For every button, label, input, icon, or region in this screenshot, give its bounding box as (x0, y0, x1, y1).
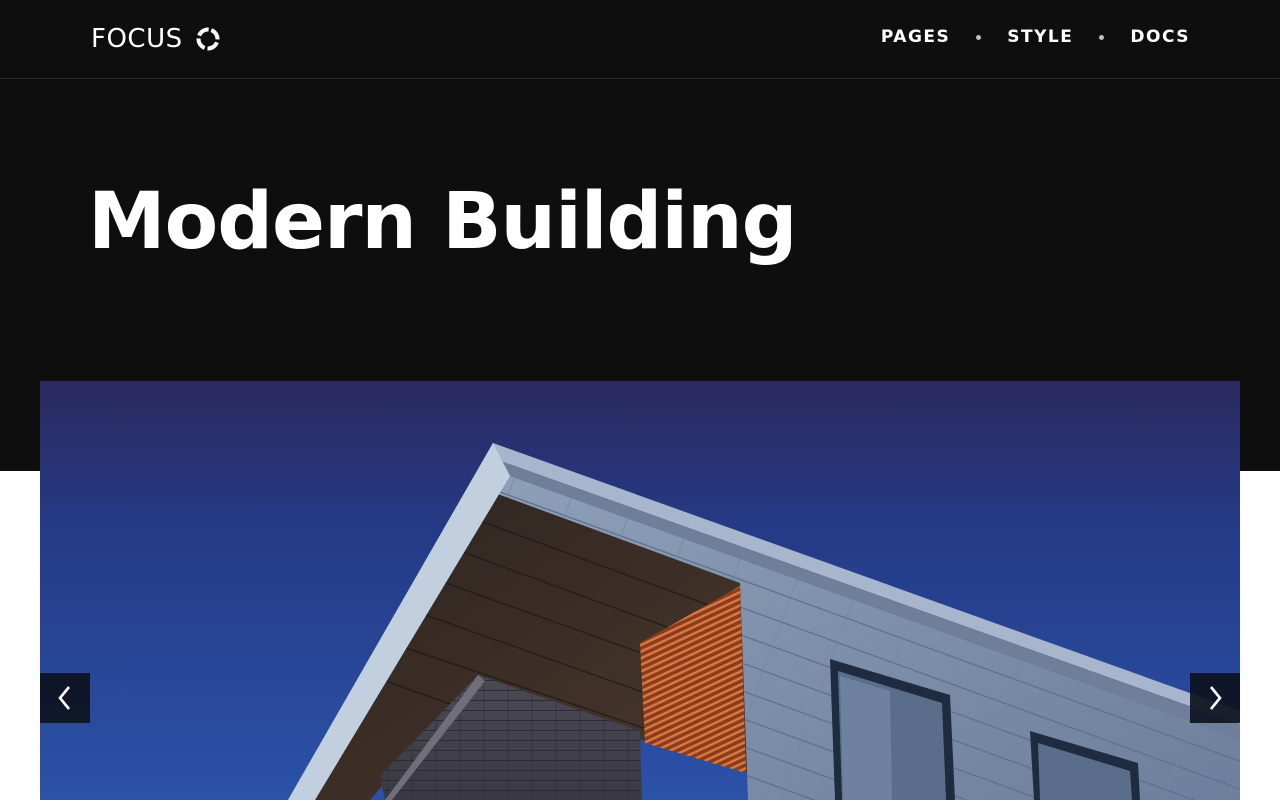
site-logo[interactable]: FOCUS (91, 22, 221, 56)
slider-prev-button[interactable] (40, 673, 90, 723)
slider-next-button[interactable] (1190, 673, 1240, 723)
main-nav: PAGES STYLE DOCS (881, 22, 1190, 52)
ring-icon (195, 26, 221, 52)
nav-item-pages[interactable]: PAGES (881, 27, 950, 47)
page-title: Modern Building (88, 177, 797, 267)
nav-separator (976, 34, 982, 40)
image-slider (40, 381, 1240, 800)
chevron-left-icon (58, 686, 71, 710)
modern-building-photo (40, 381, 1240, 800)
nav-item-docs[interactable]: DOCS (1130, 27, 1190, 47)
nav-separator (1099, 34, 1105, 40)
site-header: FOCUS PAGES STYLE DOCS (0, 0, 1280, 79)
chevron-right-icon (1209, 686, 1222, 710)
nav-item-style[interactable]: STYLE (1007, 27, 1073, 47)
logo-text: FOCUS (91, 24, 183, 54)
